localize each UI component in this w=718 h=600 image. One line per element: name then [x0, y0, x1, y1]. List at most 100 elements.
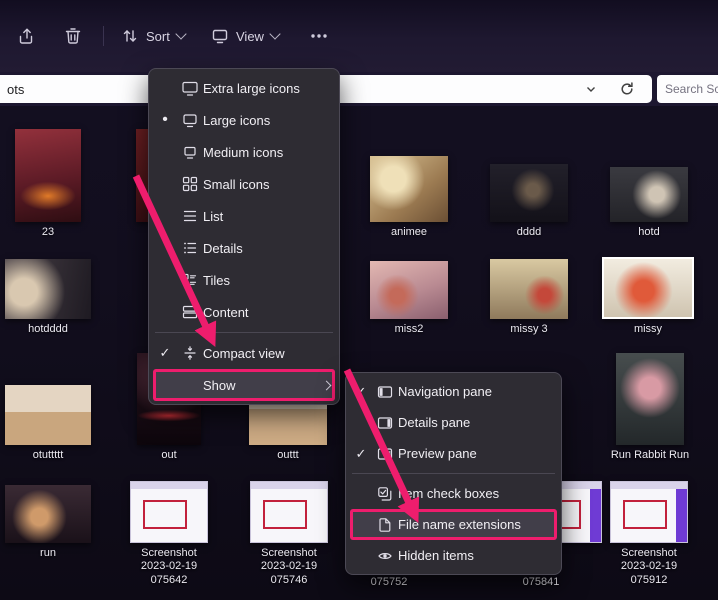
file-label: 075752 — [352, 576, 426, 589]
file-label: missy — [598, 323, 698, 336]
list-icon — [182, 208, 198, 224]
file-item[interactable]: hotdddd — [2, 215, 94, 336]
file-thumbnail — [5, 485, 91, 543]
content-icon — [182, 304, 198, 320]
menu-item-content[interactable]: Content — [153, 296, 335, 328]
file-item[interactable]: Run Rabbit Run — [606, 341, 694, 462]
file-item[interactable]: run — [2, 472, 94, 560]
submenu-item-label: Preview pane — [398, 446, 557, 461]
file-thumbnail — [602, 257, 694, 319]
file-label: otuttttt — [2, 449, 94, 462]
menu-item-small-icons[interactable]: Small icons — [153, 168, 335, 200]
submenu-item-file-name-extensions[interactable]: File name extensions — [350, 509, 557, 540]
monitor-lg-icon — [182, 112, 198, 128]
check-icon — [153, 345, 177, 361]
file-item[interactable]: missy — [598, 215, 698, 336]
file-item[interactable]: missy 3 — [488, 215, 570, 336]
chevron-down-icon — [175, 28, 186, 39]
menu-item-tiles[interactable]: Tiles — [153, 264, 335, 296]
file-thumbnail — [490, 259, 568, 319]
file-item[interactable]: Screenshot 2023-02-19 075912 — [606, 472, 692, 587]
submenu-item-label: Details pane — [398, 415, 557, 430]
menu-item-large-icons[interactable]: Large icons — [153, 104, 335, 136]
submenu-item-details-pane[interactable]: Details pane — [350, 407, 557, 438]
view-label: View — [236, 29, 264, 44]
submenu-item-preview-pane[interactable]: Preview pane — [350, 438, 557, 469]
menu-item-compact-view[interactable]: Compact view — [153, 337, 335, 369]
menu-item-label: Compact view — [203, 346, 335, 361]
file-thumbnail — [5, 259, 91, 319]
file-label: out — [131, 449, 207, 462]
file-item[interactable]: Screenshot 2023-02-19 075642 — [126, 472, 212, 587]
see-more-button[interactable] — [300, 17, 338, 55]
share-button[interactable] — [8, 17, 46, 55]
file-label: Run Rabbit Run — [606, 449, 694, 462]
menu-item-label: Content — [203, 305, 335, 320]
chevron-down-icon — [269, 28, 280, 39]
file-item[interactable]: Screenshot 2023-02-19 075746 — [246, 472, 332, 587]
submenu-item-label: File name extensions — [398, 517, 557, 532]
address-dropdown-button[interactable] — [578, 75, 604, 103]
file-thumbnail — [250, 481, 328, 543]
share-icon — [17, 26, 37, 46]
delete-button[interactable] — [54, 17, 92, 55]
check-icon — [350, 446, 372, 462]
file-thumbnail — [370, 156, 448, 222]
navigation-pane-icon — [377, 384, 393, 400]
file-item[interactable]: 075841 — [504, 576, 578, 589]
menu-item-list[interactable]: List — [153, 200, 335, 232]
view-button[interactable]: View — [202, 17, 288, 55]
menu-item-label: Large icons — [203, 113, 335, 128]
check-icon — [350, 384, 372, 400]
file-thumbnail — [130, 481, 208, 543]
file-label: Screenshot 2023-02-19 075746 — [246, 547, 332, 587]
menu-separator — [352, 473, 555, 474]
file-label: Screenshot 2023-02-19 075912 — [606, 547, 692, 587]
submenu-item-navigation-pane[interactable]: Navigation pane — [350, 376, 557, 407]
menu-item-show[interactable]: Show — [153, 369, 335, 401]
toolbar-separator — [103, 26, 104, 46]
search-text: Search Sc — [665, 82, 718, 96]
menu-item-label: Extra large icons — [203, 81, 335, 96]
file-label: run — [2, 547, 94, 560]
menu-item-details[interactable]: Details — [153, 232, 335, 264]
menu-separator — [155, 332, 333, 333]
file-thumbnail — [616, 353, 684, 445]
compact-view-icon — [182, 345, 198, 361]
monitor-md-icon — [182, 144, 198, 160]
menu-item-label: Tiles — [203, 273, 335, 288]
menu-item-extra-large-icons[interactable]: Extra large icons — [153, 72, 335, 104]
file-item[interactable]: 075752 — [352, 576, 426, 589]
file-item[interactable]: miss2 — [368, 215, 450, 336]
menu-item-medium-icons[interactable]: Medium icons — [153, 136, 335, 168]
monitor-xl-icon — [182, 80, 198, 96]
file-label: Screenshot 2023-02-19 075642 — [126, 547, 212, 587]
menu-item-label: Small icons — [203, 177, 335, 192]
details-pane-icon — [377, 415, 393, 431]
refresh-icon — [619, 81, 635, 97]
details-icon — [182, 240, 198, 256]
file-thumbnail — [610, 167, 688, 222]
submenu-item-item-check-boxes[interactable]: Item check boxes — [350, 478, 557, 509]
menu-item-label: Details — [203, 241, 335, 256]
file-label: miss2 — [368, 323, 450, 336]
file-label: 075841 — [504, 576, 578, 589]
menu-item-label: List — [203, 209, 335, 224]
refresh-button[interactable] — [614, 75, 640, 103]
chevron-down-icon — [585, 83, 597, 95]
submenu-item-label: Item check boxes — [398, 486, 557, 501]
search-box[interactable]: Search Sc — [657, 75, 718, 103]
file-thumbnail — [5, 385, 91, 445]
file-item[interactable]: otuttttt — [2, 341, 94, 462]
view-icon — [211, 27, 229, 45]
file-thumbnail — [370, 261, 448, 319]
menu-item-label: Medium icons — [203, 145, 335, 160]
file-thumbnail — [15, 129, 81, 222]
sort-label: Sort — [146, 29, 170, 44]
sort-button[interactable]: Sort — [112, 17, 194, 55]
trash-icon — [63, 26, 83, 46]
address-bar: ots Search Sc — [0, 72, 718, 106]
file-thumbnail — [490, 164, 568, 222]
view-dropdown-menu: Extra large icons Large icons Medium ico… — [148, 68, 340, 405]
submenu-item-hidden-items[interactable]: Hidden items — [350, 540, 557, 571]
